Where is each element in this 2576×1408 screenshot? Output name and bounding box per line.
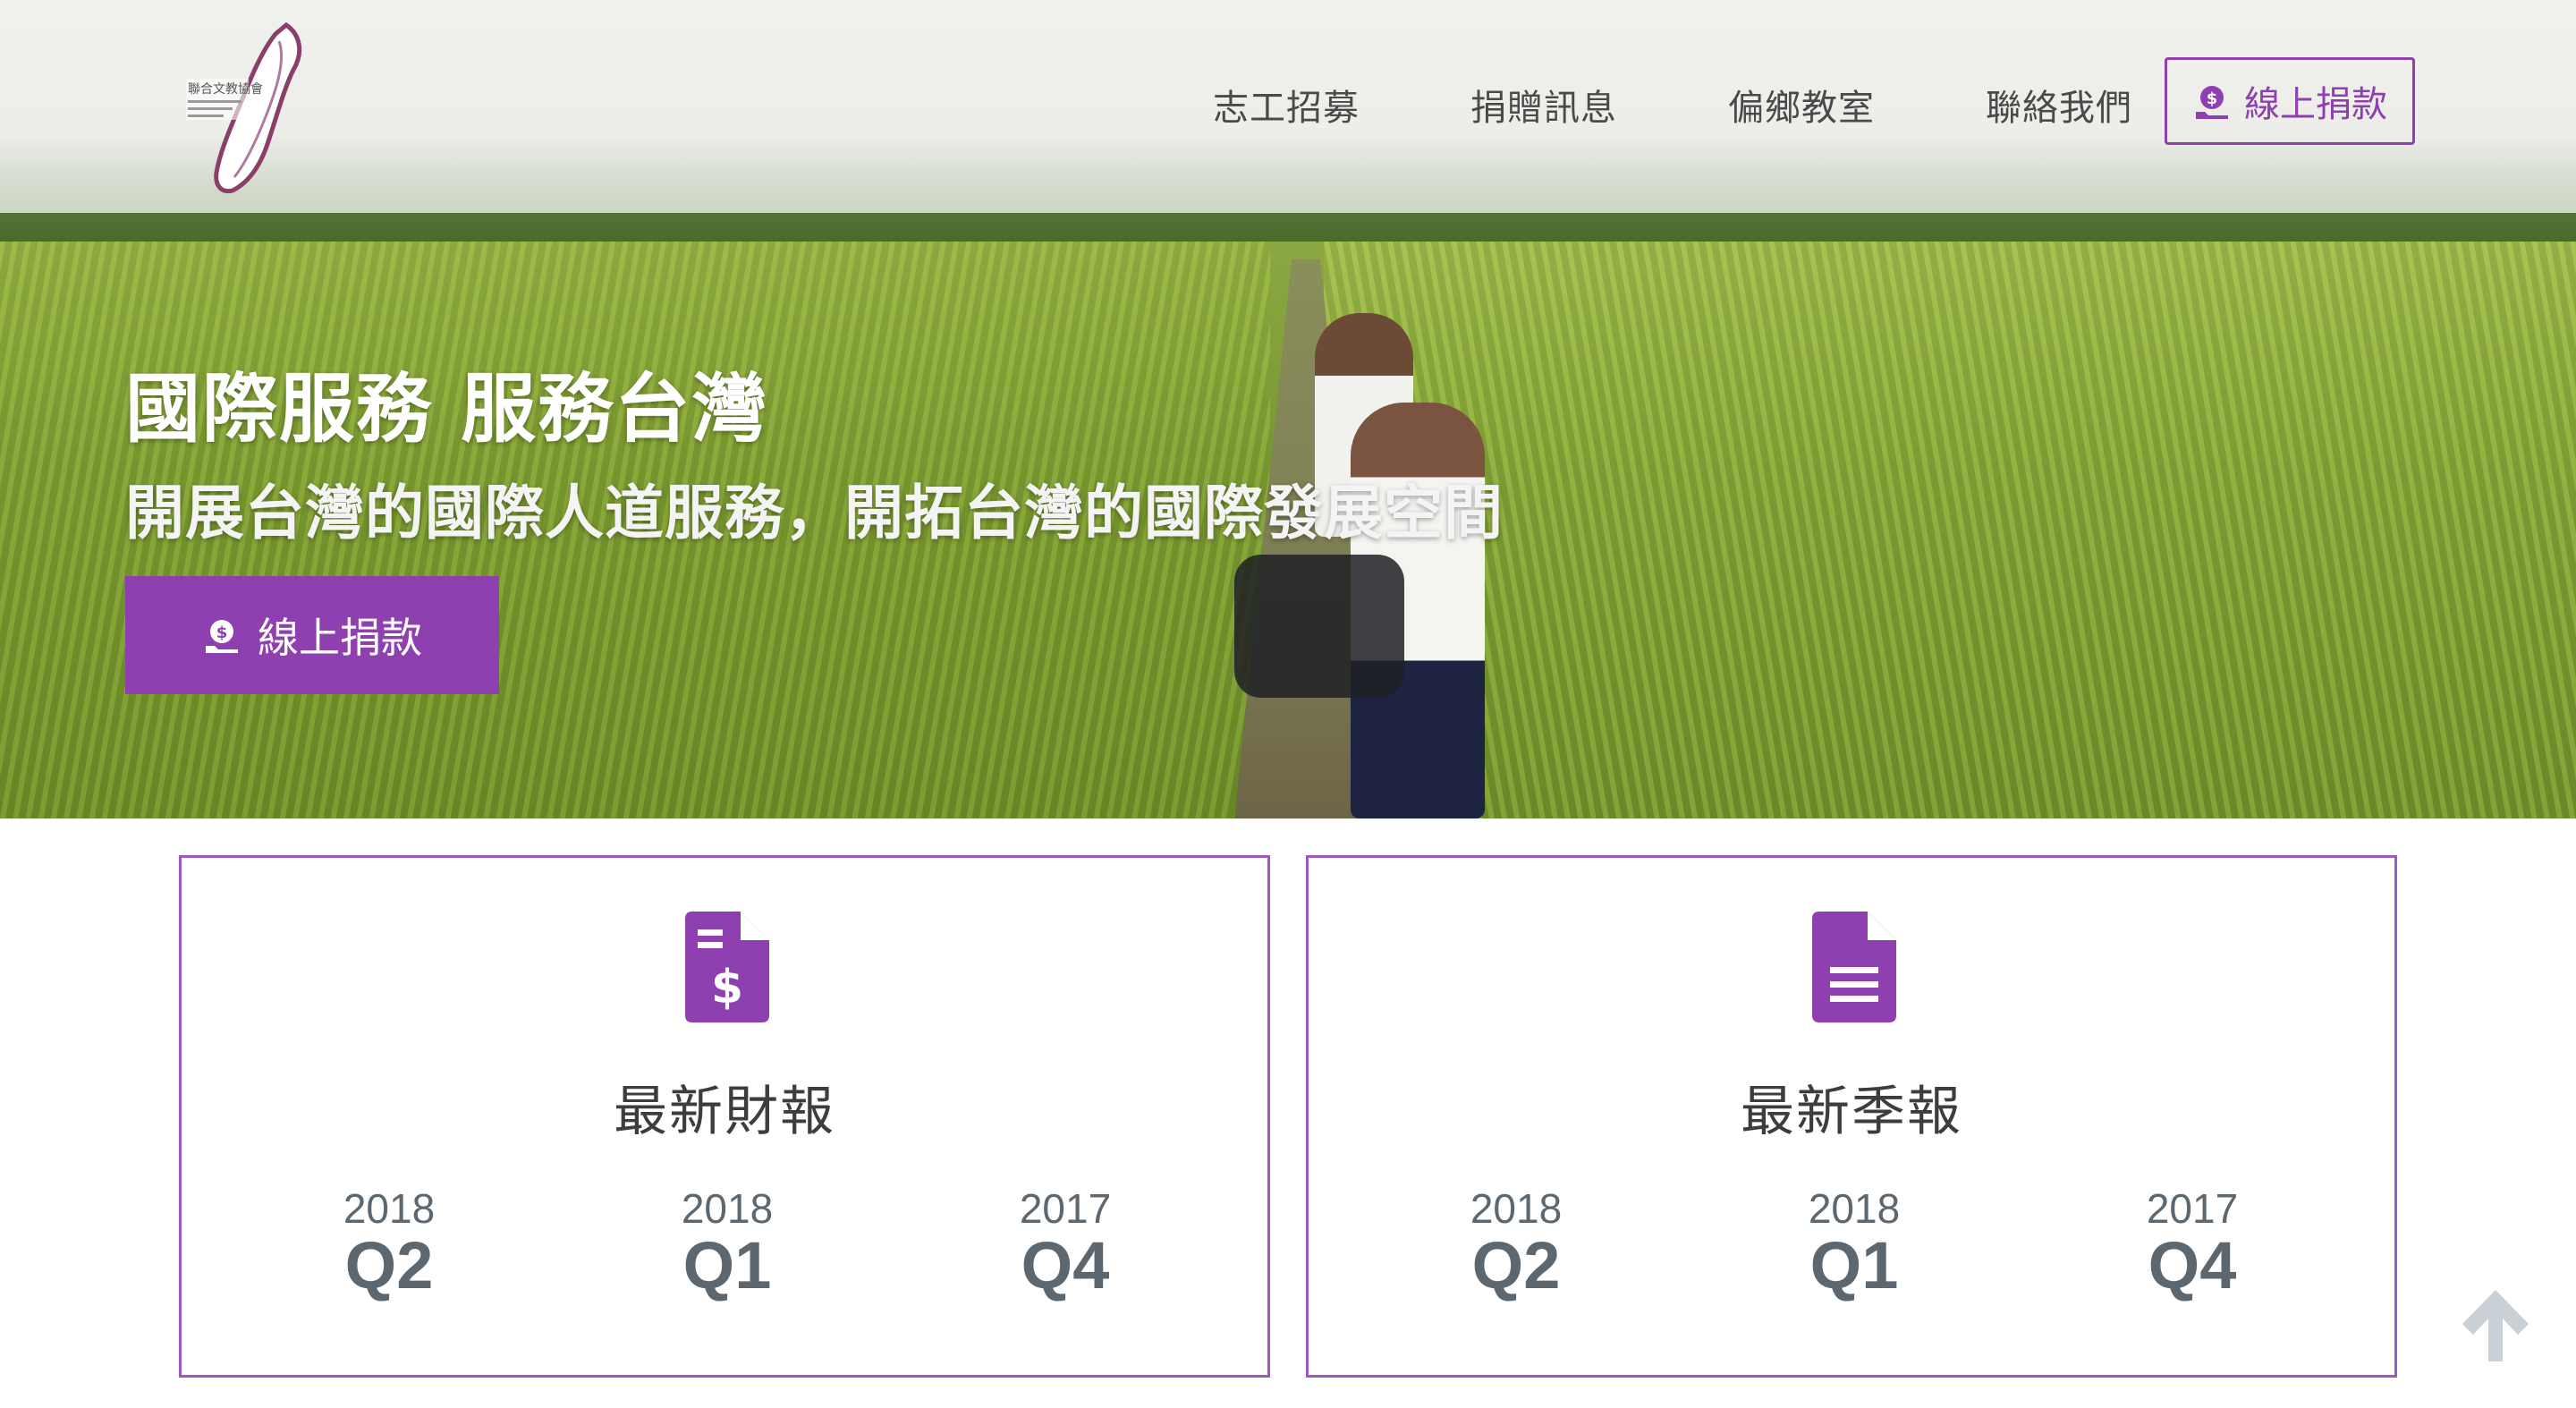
quarterly-report-card: 最新季報 2018 Q2 2018 Q1 2017 Q4: [1306, 855, 2397, 1378]
hero-bicycle: [1234, 555, 1404, 698]
report-quarter: Q4: [1021, 1228, 1110, 1302]
page: 聯合文教協會 志工招募 捐贈訊息 偏鄉教室 聯絡我們 $ 線上捐款 國際服務 服…: [0, 0, 2576, 1408]
hero-donate-button[interactable]: $ 線上捐款: [125, 576, 499, 694]
site-header: 聯合文教協會 志工招募 捐贈訊息 偏鄉教室 聯絡我們 $ 線上捐款: [0, 0, 2576, 213]
report-quarter: Q2: [344, 1228, 434, 1302]
financial-report-link-2018-q2[interactable]: 2018 Q2: [291, 1184, 487, 1299]
report-year: 2018: [343, 1185, 436, 1232]
report-quarter: Q1: [682, 1228, 772, 1302]
invoice-dollar-icon: $: [685, 912, 769, 1022]
hero-title: 國際服務 服務台灣: [125, 365, 769, 453]
nav-volunteer-recruit[interactable]: 志工招募: [1213, 79, 1360, 131]
quarterly-report-link-2018-q2[interactable]: 2018 Q2: [1418, 1184, 1614, 1299]
quarterly-report-title: 最新季報: [1741, 1081, 1962, 1143]
quarterly-report-link-2018-q1[interactable]: 2018 Q1: [1756, 1184, 1953, 1299]
scroll-to-top-button[interactable]: [2455, 1285, 2536, 1365]
financial-report-title: 最新財報: [614, 1081, 835, 1143]
financial-report-card: $ 最新財報 2018 Q2 2018 Q1 2017 Q4: [179, 855, 1270, 1378]
hero-subtitle: 開展台灣的國際人道服務，開拓台灣的國際發展空間: [125, 479, 1504, 547]
hero-donate-label: 線上捐款: [258, 614, 422, 662]
nav-donate-label: 線上捐款: [2244, 84, 2387, 125]
financial-report-link-2017-q4[interactable]: 2017 Q4: [967, 1184, 1164, 1299]
report-quarter: Q4: [2148, 1228, 2237, 1302]
arrow-up-icon: [2462, 1290, 2529, 1361]
report-year: 2018: [681, 1185, 774, 1232]
svg-text:$: $: [2207, 89, 2218, 108]
donate-coin-icon: $: [206, 620, 238, 653]
nav-rural-classroom[interactable]: 偏鄉教室: [1728, 79, 1875, 131]
report-quarter: Q1: [1809, 1228, 1899, 1302]
nav-donation-info[interactable]: 捐贈訊息: [1470, 79, 1617, 131]
financial-report-link-2018-q1[interactable]: 2018 Q1: [629, 1184, 826, 1299]
donate-coin-icon: $: [2196, 86, 2228, 119]
report-year: 2017: [2146, 1185, 2239, 1232]
financial-report-links: 2018 Q2 2018 Q1 2017 Q4: [182, 1184, 1267, 1336]
quarterly-report-links: 2018 Q2 2018 Q1 2017 Q4: [1309, 1184, 2394, 1336]
quarterly-report-link-2017-q4[interactable]: 2017 Q4: [2094, 1184, 2291, 1299]
taiwan-map-logo-icon: 聯合文教協會: [186, 21, 302, 194]
document-text-icon: [1812, 912, 1896, 1022]
nav-donate-button[interactable]: $ 線上捐款: [2165, 57, 2415, 145]
site-logo[interactable]: 聯合文教協會: [179, 16, 313, 195]
svg-text:$: $: [216, 623, 228, 642]
svg-text:$: $: [711, 961, 743, 1014]
report-quarter: Q2: [1471, 1228, 1561, 1302]
report-year: 2017: [1019, 1185, 1112, 1232]
report-year: 2018: [1470, 1185, 1563, 1232]
report-year: 2018: [1808, 1185, 1901, 1232]
nav-contact-us[interactable]: 聯絡我們: [1986, 79, 2132, 131]
logo-text: 聯合文教協會: [188, 82, 263, 97]
hero-field-right: [1324, 242, 2576, 819]
